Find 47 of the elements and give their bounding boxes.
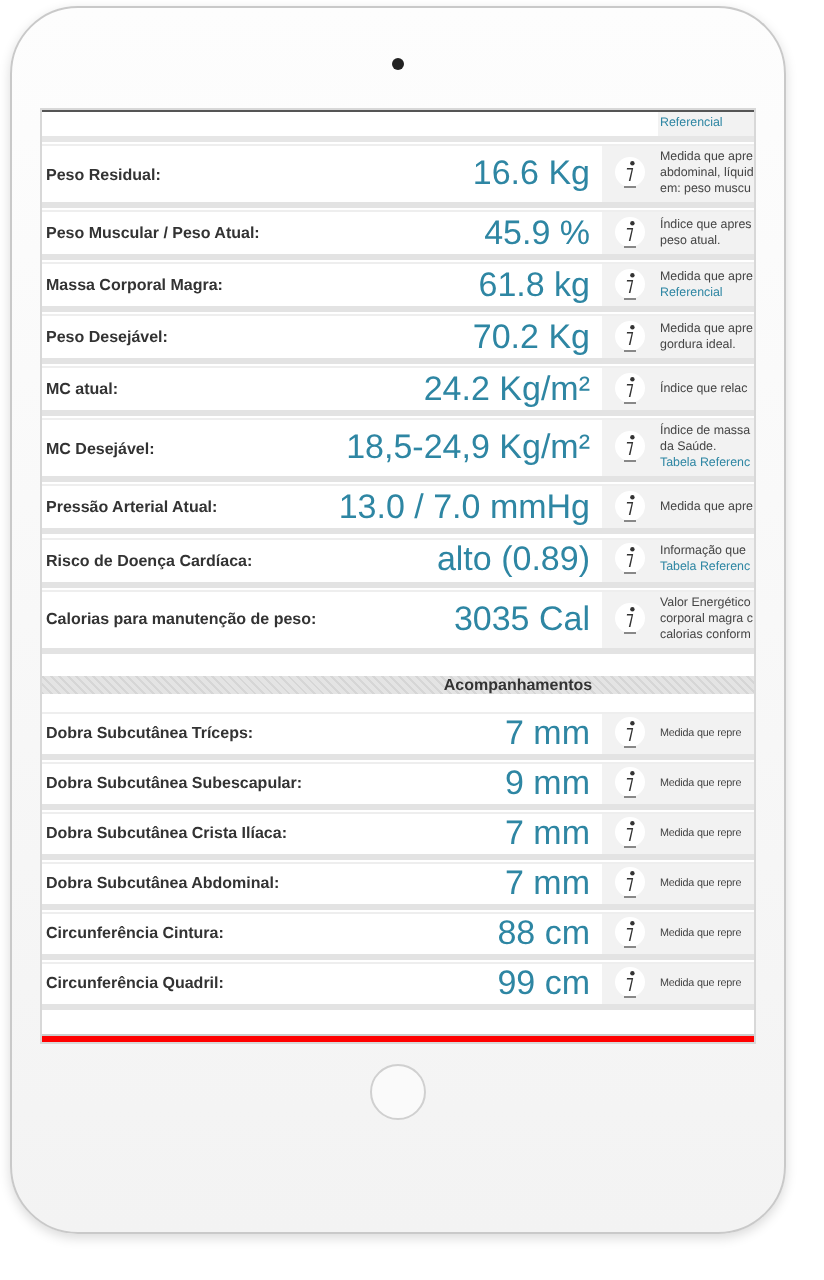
- info-icon[interactable]: [614, 965, 646, 1002]
- metric-value: 88 cm: [497, 913, 592, 954]
- metric-value: 18,5-24,9 Kg/m²: [346, 428, 592, 469]
- info-icon[interactable]: [614, 915, 646, 952]
- info-icon[interactable]: [614, 156, 646, 193]
- metric-label: Risco de Doença Cardíaca:: [44, 551, 255, 569]
- metric-label: Pressão Arterial Atual:: [44, 498, 220, 517]
- metric-value: 3035 Cal: [453, 599, 592, 640]
- metric-label: Peso Residual:: [44, 165, 163, 184]
- metric-value: 70.2 Kg: [472, 317, 592, 358]
- info-icon[interactable]: [614, 430, 646, 467]
- metric-value: 7 mm: [505, 863, 592, 904]
- metric-value: 9 mm: [505, 763, 592, 804]
- metric-value: 99 cm: [497, 963, 592, 1004]
- info-icon[interactable]: [614, 267, 646, 304]
- info-icon[interactable]: [614, 319, 646, 356]
- info-icon[interactable]: [614, 715, 646, 752]
- metric-value: 7 mm: [505, 713, 592, 754]
- metric-label: Peso Desejável:: [44, 328, 170, 347]
- info-icon[interactable]: [614, 542, 646, 578]
- info-icon[interactable]: [614, 601, 646, 638]
- metric-label: Massa Corporal Magra:: [44, 276, 225, 295]
- metric-value: 24.2 Kg/m²: [423, 369, 592, 410]
- metric-label: Dobra Subcutânea Tríceps:: [44, 724, 256, 743]
- info-icon[interactable]: [614, 489, 646, 526]
- camera-icon: [392, 58, 404, 70]
- metric-value: alto (0.89): [436, 540, 592, 580]
- metric-label: Dobra Subcutânea Subescapular:: [44, 774, 305, 793]
- metric-label: Circunferência Cintura:: [44, 924, 226, 943]
- info-icon[interactable]: [614, 215, 646, 252]
- info-icon[interactable]: [614, 765, 646, 802]
- metric-label: Calorias para manutenção de peso:: [44, 610, 319, 629]
- info-icon[interactable]: [614, 371, 646, 408]
- metric-label: Peso Muscular / Peso Atual:: [44, 224, 262, 243]
- metric-value: 45.9 %: [484, 213, 592, 254]
- metric-value: 61.8 kg: [478, 265, 592, 306]
- metric-value: 16.6 Kg: [472, 154, 592, 195]
- info-icon[interactable]: [614, 865, 646, 902]
- info-icon[interactable]: [614, 815, 646, 852]
- metric-label: Dobra Subcutânea Abdominal:: [44, 874, 282, 893]
- metric-label: Circunferência Quadril:: [44, 974, 226, 993]
- metric-label: MC atual:: [44, 380, 120, 399]
- metric-label: MC Desejável:: [44, 439, 157, 458]
- metric-value: 7 mm: [505, 813, 592, 854]
- metric-label: Dobra Subcutânea Crista Ilíaca:: [44, 824, 289, 843]
- metric-value: 13.0 / 7.0 mmHg: [338, 487, 592, 528]
- section-title: Acompanhamentos: [441, 675, 593, 694]
